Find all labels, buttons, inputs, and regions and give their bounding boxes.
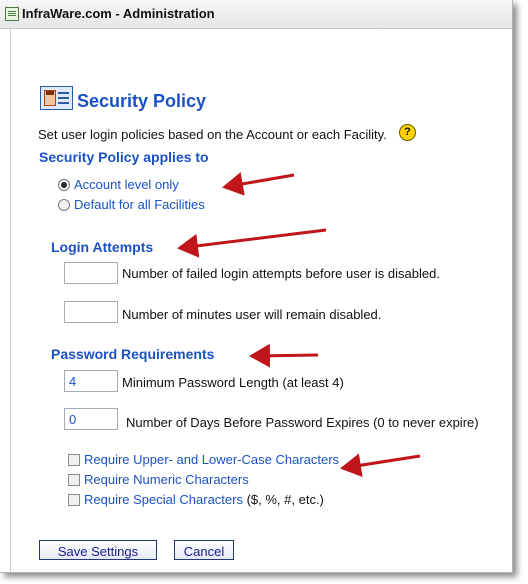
radio-facilities-default-label[interactable]: Default for all Facilities: [74, 197, 205, 212]
radio-account-level[interactable]: [58, 179, 70, 191]
help-icon[interactable]: ?: [399, 124, 416, 141]
page-title: Security Policy: [77, 91, 207, 111]
failed-attempts-label: Number of failed login attempts before u…: [122, 266, 440, 281]
page-description: Set user login policies based on the Acc…: [38, 127, 387, 142]
expire-days-input[interactable]: [64, 408, 118, 430]
title-bar: InfraWare.com - Administration: [0, 0, 512, 29]
disabled-minutes-label: Number of minutes user will remain disab…: [122, 307, 382, 322]
checkbox-special-examples: ($, %, #, etc.): [242, 492, 324, 507]
password-requirements-heading: Password Requirements: [51, 346, 215, 362]
failed-attempts-input[interactable]: [64, 262, 118, 284]
user-card-icon: [40, 86, 73, 110]
content-area: Security Policy Set user login policies …: [11, 28, 512, 572]
checkbox-upper-lower-label[interactable]: Require Upper- and Lower-Case Characters: [84, 452, 339, 467]
min-length-input[interactable]: [64, 370, 118, 392]
checkbox-numeric[interactable]: [68, 474, 80, 486]
admin-window: InfraWare.com - Administration Security …: [0, 0, 513, 573]
disabled-minutes-input[interactable]: [64, 301, 118, 323]
expire-days-label: Number of Days Before Password Expires (…: [126, 415, 479, 430]
save-settings-button[interactable]: Save Settings: [39, 540, 157, 560]
browser-page-icon: [5, 7, 19, 21]
min-length-label: Minimum Password Length (at least 4): [122, 375, 344, 390]
radio-facilities-default[interactable]: [58, 199, 70, 211]
checkbox-special-label[interactable]: Require Special Characters ($, %, #, etc…: [84, 492, 324, 507]
checkbox-numeric-label[interactable]: Require Numeric Characters: [84, 472, 249, 487]
checkbox-upper-lower[interactable]: [68, 454, 80, 466]
cancel-button[interactable]: Cancel: [174, 540, 234, 560]
applies-to-heading: Security Policy applies to: [39, 149, 209, 165]
login-attempts-heading: Login Attempts: [51, 239, 154, 255]
window-title: InfraWare.com - Administration: [22, 6, 215, 21]
radio-account-level-label[interactable]: Account level only: [74, 177, 179, 192]
checkbox-special[interactable]: [68, 494, 80, 506]
checkbox-special-text: Require Special Characters: [84, 492, 243, 507]
